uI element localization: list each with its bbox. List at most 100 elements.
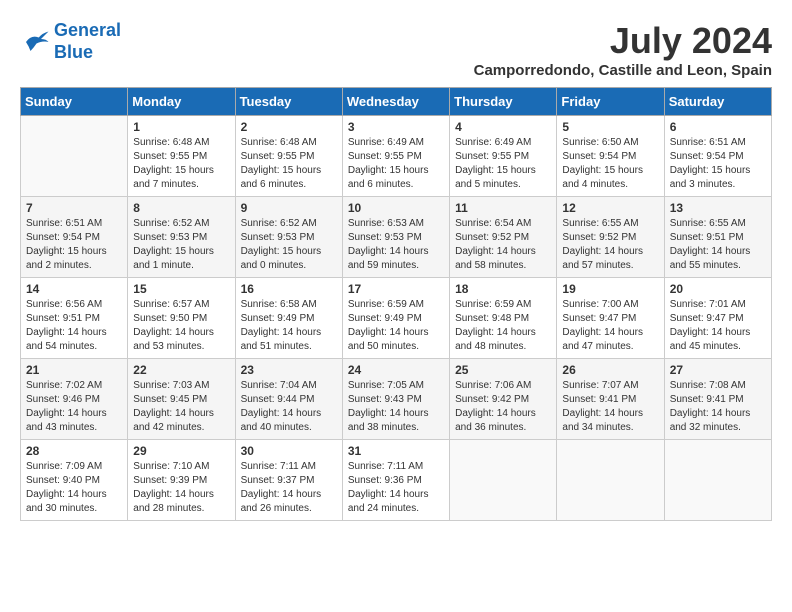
cell-content: Sunrise: 7:04 AM Sunset: 9:44 PM Dayligh… xyxy=(241,379,337,435)
logo-bird-icon xyxy=(20,27,50,57)
day-number: 3 xyxy=(348,120,444,134)
day-number: 7 xyxy=(26,201,122,215)
day-of-week-header: Saturday xyxy=(664,88,771,116)
page-header: General Blue July 2024 Camporredondo, Ca… xyxy=(20,20,772,79)
day-number: 21 xyxy=(26,363,122,377)
calendar-cell: 5 Sunrise: 6:50 AM Sunset: 9:54 PM Daylig… xyxy=(557,116,664,197)
calendar-cell: 23 Sunrise: 7:04 AM Sunset: 9:44 PM Dayli… xyxy=(235,359,342,440)
calendar-cell: 30 Sunrise: 7:11 AM Sunset: 9:37 PM Dayli… xyxy=(235,440,342,521)
day-number: 12 xyxy=(562,201,658,215)
location: Camporredondo, Castille and Leon, Spain xyxy=(474,62,772,79)
day-number: 15 xyxy=(133,282,229,296)
cell-content: Sunrise: 7:01 AM Sunset: 9:47 PM Dayligh… xyxy=(670,298,766,354)
cell-content: Sunrise: 6:55 AM Sunset: 9:52 PM Dayligh… xyxy=(562,217,658,273)
cell-content: Sunrise: 6:51 AM Sunset: 9:54 PM Dayligh… xyxy=(26,217,122,273)
day-number: 14 xyxy=(26,282,122,296)
calendar-cell xyxy=(664,440,771,521)
calendar-cell: 6 Sunrise: 6:51 AM Sunset: 9:54 PM Daylig… xyxy=(664,116,771,197)
calendar-cell: 20 Sunrise: 7:01 AM Sunset: 9:47 PM Dayli… xyxy=(664,278,771,359)
cell-content: Sunrise: 7:11 AM Sunset: 9:37 PM Dayligh… xyxy=(241,460,337,516)
cell-content: Sunrise: 6:59 AM Sunset: 9:49 PM Dayligh… xyxy=(348,298,444,354)
day-number: 20 xyxy=(670,282,766,296)
calendar-cell xyxy=(450,440,557,521)
calendar-cell: 4 Sunrise: 6:49 AM Sunset: 9:55 PM Daylig… xyxy=(450,116,557,197)
cell-content: Sunrise: 6:56 AM Sunset: 9:51 PM Dayligh… xyxy=(26,298,122,354)
calendar-cell: 22Sunrise: 7:03 AM Sunset: 9:45 PM Dayli… xyxy=(128,359,235,440)
day-number: 2 xyxy=(241,120,337,134)
day-number: 28 xyxy=(26,444,122,458)
cell-content: Sunrise: 7:03 AM Sunset: 9:45 PM Dayligh… xyxy=(133,379,229,435)
day-of-week-header: Sunday xyxy=(21,88,128,116)
day-number: 26 xyxy=(562,363,658,377)
day-number: 16 xyxy=(241,282,337,296)
day-of-week-header: Friday xyxy=(557,88,664,116)
cell-content: Sunrise: 6:49 AM Sunset: 9:55 PM Dayligh… xyxy=(348,136,444,192)
cell-content: Sunrise: 6:52 AM Sunset: 9:53 PM Dayligh… xyxy=(241,217,337,273)
day-number: 25 xyxy=(455,363,551,377)
calendar-cell: 17 Sunrise: 6:59 AM Sunset: 9:49 PM Dayli… xyxy=(342,278,449,359)
calendar-cell: 29 Sunrise: 7:10 AM Sunset: 9:39 PM Dayli… xyxy=(128,440,235,521)
day-number: 30 xyxy=(241,444,337,458)
calendar-cell: 8Sunrise: 6:52 AM Sunset: 9:53 PM Daylig… xyxy=(128,197,235,278)
calendar-cell: 21 Sunrise: 7:02 AM Sunset: 9:46 PM Dayli… xyxy=(21,359,128,440)
cell-content: Sunrise: 6:51 AM Sunset: 9:54 PM Dayligh… xyxy=(670,136,766,192)
logo-text: General Blue xyxy=(54,20,121,63)
cell-content: Sunrise: 7:09 AM Sunset: 9:40 PM Dayligh… xyxy=(26,460,122,516)
day-number: 23 xyxy=(241,363,337,377)
cell-content: Sunrise: 7:11 AM Sunset: 9:36 PM Dayligh… xyxy=(348,460,444,516)
title-area: July 2024 Camporredondo, Castille and Le… xyxy=(474,20,772,79)
cell-content: Sunrise: 7:08 AM Sunset: 9:41 PM Dayligh… xyxy=(670,379,766,435)
day-number: 1 xyxy=(133,120,229,134)
cell-content: Sunrise: 6:54 AM Sunset: 9:52 PM Dayligh… xyxy=(455,217,551,273)
day-number: 11 xyxy=(455,201,551,215)
day-number: 4 xyxy=(455,120,551,134)
calendar-cell: 1 Sunrise: 6:48 AM Sunset: 9:55 PM Daylig… xyxy=(128,116,235,197)
logo: General Blue xyxy=(20,20,121,63)
day-of-week-header: Wednesday xyxy=(342,88,449,116)
cell-content: Sunrise: 6:58 AM Sunset: 9:49 PM Dayligh… xyxy=(241,298,337,354)
day-number: 17 xyxy=(348,282,444,296)
day-number: 8 xyxy=(133,201,229,215)
calendar-cell: 10Sunrise: 6:53 AM Sunset: 9:53 PM Dayli… xyxy=(342,197,449,278)
calendar-cell: 28 Sunrise: 7:09 AM Sunset: 9:40 PM Dayli… xyxy=(21,440,128,521)
day-number: 6 xyxy=(670,120,766,134)
calendar-cell: 24Sunrise: 7:05 AM Sunset: 9:43 PM Dayli… xyxy=(342,359,449,440)
day-number: 18 xyxy=(455,282,551,296)
calendar-cell: 11 Sunrise: 6:54 AM Sunset: 9:52 PM Dayli… xyxy=(450,197,557,278)
cell-content: Sunrise: 6:49 AM Sunset: 9:55 PM Dayligh… xyxy=(455,136,551,192)
cell-content: Sunrise: 6:50 AM Sunset: 9:54 PM Dayligh… xyxy=(562,136,658,192)
calendar-cell: 26Sunrise: 7:07 AM Sunset: 9:41 PM Dayli… xyxy=(557,359,664,440)
cell-content: Sunrise: 6:48 AM Sunset: 9:55 PM Dayligh… xyxy=(133,136,229,192)
day-number: 29 xyxy=(133,444,229,458)
cell-content: Sunrise: 6:48 AM Sunset: 9:55 PM Dayligh… xyxy=(241,136,337,192)
day-number: 24 xyxy=(348,363,444,377)
day-of-week-header: Monday xyxy=(128,88,235,116)
calendar-cell: 13Sunrise: 6:55 AM Sunset: 9:51 PM Dayli… xyxy=(664,197,771,278)
calendar-cell: 12 Sunrise: 6:55 AM Sunset: 9:52 PM Dayli… xyxy=(557,197,664,278)
calendar-cell: 18 Sunrise: 6:59 AM Sunset: 9:48 PM Dayli… xyxy=(450,278,557,359)
cell-content: Sunrise: 7:00 AM Sunset: 9:47 PM Dayligh… xyxy=(562,298,658,354)
calendar-cell: 15Sunrise: 6:57 AM Sunset: 9:50 PM Dayli… xyxy=(128,278,235,359)
calendar-cell: 31 Sunrise: 7:11 AM Sunset: 9:36 PM Dayli… xyxy=(342,440,449,521)
calendar-cell: 19Sunrise: 7:00 AM Sunset: 9:47 PM Dayli… xyxy=(557,278,664,359)
cell-content: Sunrise: 7:06 AM Sunset: 9:42 PM Dayligh… xyxy=(455,379,551,435)
calendar-cell: 2 Sunrise: 6:48 AM Sunset: 9:55 PM Daylig… xyxy=(235,116,342,197)
month-title: July 2024 xyxy=(474,20,772,62)
calendar-cell xyxy=(21,116,128,197)
calendar-cell: 14 Sunrise: 6:56 AM Sunset: 9:51 PM Dayli… xyxy=(21,278,128,359)
day-number: 27 xyxy=(670,363,766,377)
calendar-cell: 16 Sunrise: 6:58 AM Sunset: 9:49 PM Dayli… xyxy=(235,278,342,359)
cell-content: Sunrise: 7:10 AM Sunset: 9:39 PM Dayligh… xyxy=(133,460,229,516)
cell-content: Sunrise: 6:59 AM Sunset: 9:48 PM Dayligh… xyxy=(455,298,551,354)
day-number: 5 xyxy=(562,120,658,134)
day-number: 31 xyxy=(348,444,444,458)
calendar-cell: 3 Sunrise: 6:49 AM Sunset: 9:55 PM Daylig… xyxy=(342,116,449,197)
calendar-cell: 27 Sunrise: 7:08 AM Sunset: 9:41 PM Dayli… xyxy=(664,359,771,440)
day-of-week-header: Thursday xyxy=(450,88,557,116)
cell-content: Sunrise: 7:02 AM Sunset: 9:46 PM Dayligh… xyxy=(26,379,122,435)
calendar-cell: 25 Sunrise: 7:06 AM Sunset: 9:42 PM Dayli… xyxy=(450,359,557,440)
calendar-cell xyxy=(557,440,664,521)
day-number: 9 xyxy=(241,201,337,215)
day-number: 13 xyxy=(670,201,766,215)
day-of-week-header: Tuesday xyxy=(235,88,342,116)
